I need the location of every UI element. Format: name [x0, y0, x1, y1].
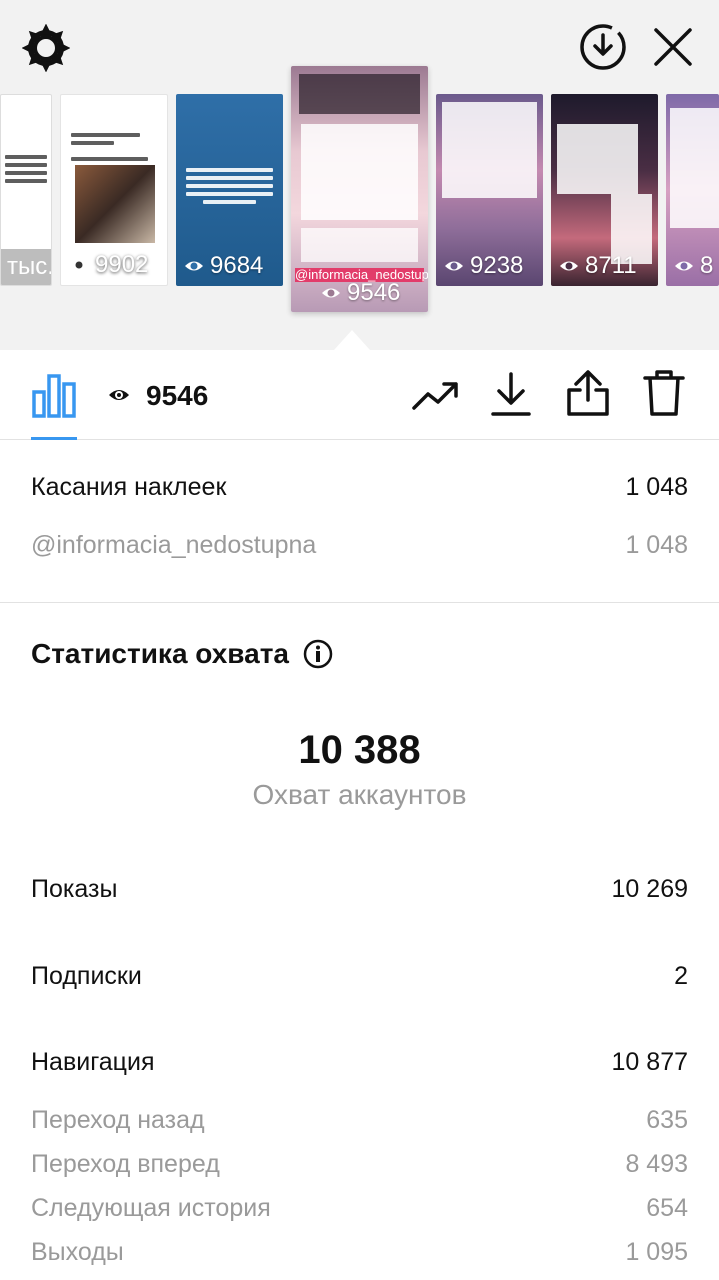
views-count: 9546 [146, 380, 209, 411]
section-divider [0, 602, 719, 603]
stat-value: 10 877 [611, 1048, 688, 1076]
active-tab-indicator [31, 437, 77, 440]
stories-carousel-area: тыс. 9902 9684 @informacia_nedostupna [0, 0, 719, 350]
story-views: тыс. [7, 253, 52, 280]
nav-stat-label: Переход вперед [31, 1150, 220, 1178]
story-thumbnail[interactable]: тыс. [0, 94, 52, 286]
nav-stat-row: Следующая история 654 [31, 1194, 688, 1223]
nav-stat-value: 635 [646, 1106, 688, 1134]
sticker-taps-row: Касания наклеек 1 048 [31, 473, 688, 502]
eye-icon [675, 261, 693, 271]
nav-stat-label: Выходы [31, 1238, 124, 1266]
reach-title-text: Статистика охвата [31, 638, 289, 669]
stat-label: Подписки [31, 962, 142, 990]
nav-stat-row: Выходы 1 095 [31, 1238, 688, 1267]
trend-icon[interactable] [412, 378, 460, 414]
accounts-reached-number: 10 388 [298, 728, 421, 772]
gear-icon[interactable] [22, 24, 70, 72]
sticker-taps-label: Касания наклеек [31, 473, 227, 501]
sticker-mention-row: @informacia_nedostupna 1 048 [31, 531, 688, 560]
nav-stat-value: 1 095 [625, 1238, 688, 1266]
eye-icon [70, 260, 88, 270]
stat-label: Показы [31, 875, 118, 903]
stat-value: 2 [674, 962, 688, 990]
nav-stat-row: Переход вперед 8 493 [31, 1150, 688, 1179]
story-views: 8711 [585, 252, 637, 279]
story-views: 9684 [210, 252, 264, 279]
story-views: 9902 [95, 251, 149, 278]
sticker-mention-value: 1 048 [625, 531, 688, 559]
nav-stat-label: Следующая история [31, 1194, 271, 1222]
eye-icon [185, 261, 203, 271]
story-views: 8 [700, 252, 714, 279]
accounts-reached-label: Охват аккаунтов [252, 779, 467, 810]
download-icon[interactable] [490, 370, 532, 418]
nav-stat-row: Переход назад 635 [31, 1106, 688, 1135]
eye-icon [445, 261, 463, 271]
stat-label: Навигация [31, 1048, 155, 1076]
story-thumbnail[interactable]: 9238 [436, 94, 543, 286]
eye-icon [322, 288, 340, 298]
sticker-mention-label: @informacia_nedostupna [31, 531, 317, 559]
stat-value: 10 269 [611, 875, 688, 903]
bar-chart-icon[interactable] [31, 372, 77, 418]
eye-icon [109, 390, 129, 400]
reach-section-title: Статистика охвата [31, 638, 333, 670]
story-thumbnail[interactable]: 8 [666, 94, 719, 286]
download-circle-icon[interactable] [578, 22, 628, 72]
close-icon[interactable] [650, 24, 696, 70]
story-thumbnail[interactable]: 8711 [551, 94, 658, 286]
nav-stat-value: 654 [646, 1194, 688, 1222]
stat-row: Показы 10 269 [31, 875, 688, 904]
selected-story-pointer [334, 330, 370, 350]
story-views: 9238 [470, 252, 524, 279]
nav-stat-value: 8 493 [625, 1150, 688, 1178]
sticker-taps-value: 1 048 [625, 473, 688, 501]
stat-row: Подписки 2 [31, 962, 688, 991]
stat-row: Навигация 10 877 [31, 1048, 688, 1077]
story-thumbnail[interactable]: 9684 [176, 94, 283, 286]
story-thumbnail[interactable]: 9902 [60, 94, 168, 286]
trash-icon[interactable] [642, 368, 686, 418]
eye-icon [560, 261, 578, 271]
info-icon[interactable] [303, 639, 333, 669]
nav-stat-label: Переход назад [31, 1106, 205, 1134]
share-icon[interactable] [565, 368, 611, 418]
story-views: 9546 [347, 279, 401, 306]
story-thumbnail-selected[interactable]: @informacia_nedostupna 9546 [291, 66, 428, 312]
